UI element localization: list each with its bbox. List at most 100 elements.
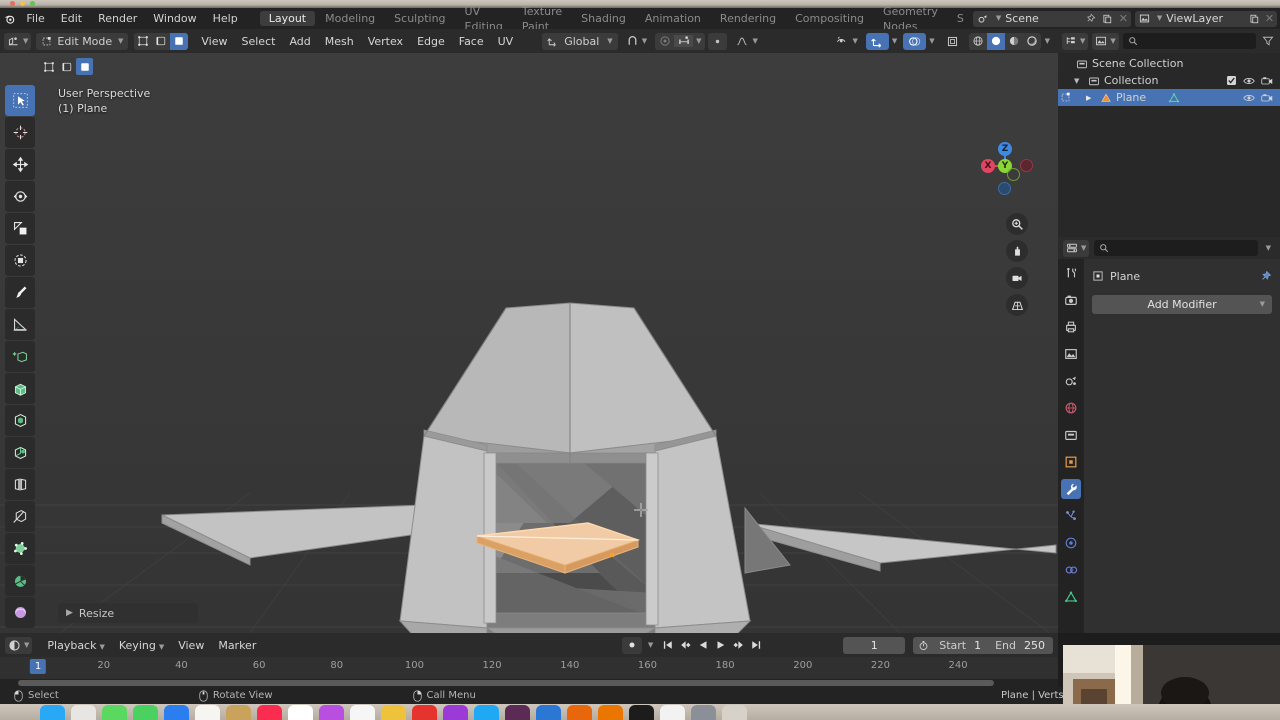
play-reverse-icon[interactable] — [697, 639, 710, 651]
hide-in-viewport-eye-icon[interactable] — [1243, 93, 1255, 103]
gizmo-axis-neg-z[interactable] — [998, 182, 1011, 195]
outliner-display-mode-icon[interactable]: ▼ — [1062, 32, 1089, 50]
gizmo-axis-neg-y[interactable] — [1007, 168, 1020, 181]
timeline-menu-keying[interactable]: Keying ▼ — [112, 637, 171, 654]
outliner-row-scene-collection[interactable]: Scene Collection — [1058, 55, 1280, 72]
remove-scene-x-icon[interactable]: ✕ — [1116, 12, 1131, 25]
viewport-menu-mesh[interactable]: Mesh — [318, 33, 361, 50]
jump-to-prev-keyframe-icon[interactable] — [679, 639, 693, 651]
timeline-scrollbar-thumb[interactable] — [18, 680, 994, 686]
viewlayer-selector[interactable]: ▼ ViewLayer ✕ — [1134, 10, 1277, 27]
transform-orientation-selector[interactable]: Global ▼ — [542, 32, 618, 50]
modifier-tab[interactable] — [1061, 479, 1081, 499]
workspace-tab-modeling[interactable]: Modeling — [316, 11, 384, 26]
dock-app-messages[interactable] — [102, 705, 127, 720]
workspace-tab-rendering[interactable]: Rendering — [711, 11, 785, 26]
edge-select-mode[interactable] — [152, 33, 170, 50]
proportional-editing-group[interactable]: ▼ — [655, 32, 706, 50]
vertex-select-mode-overlay[interactable] — [40, 58, 57, 75]
filter-id-icon[interactable]: ▼ — [1092, 32, 1119, 50]
timeline-menu-marker[interactable]: Marker — [211, 637, 263, 654]
viewport-menu-add[interactable]: Add — [282, 33, 317, 50]
loop-cut-tool[interactable] — [5, 469, 35, 500]
physics-tab[interactable] — [1061, 533, 1081, 553]
topbar-menu-edit[interactable]: Edit — [53, 8, 90, 29]
dock-app-chrome[interactable] — [660, 705, 685, 720]
topbar-menu-help[interactable]: Help — [205, 8, 246, 29]
move-tool[interactable] — [5, 149, 35, 180]
poly-build-tool[interactable] — [5, 533, 35, 564]
extrude-region-tool[interactable] — [5, 373, 35, 404]
new-viewlayer-copy-icon[interactable] — [1245, 10, 1262, 27]
data-tab[interactable] — [1061, 587, 1081, 607]
properties-editor-icon[interactable]: ▼ — [1063, 239, 1090, 257]
remove-viewlayer-x-icon[interactable]: ✕ — [1262, 12, 1277, 25]
viewport-menu-face[interactable]: Face — [452, 33, 491, 50]
workspace-tab-layout[interactable]: Layout — [259, 11, 316, 26]
hide-in-viewport-eye-icon[interactable] — [1243, 75, 1255, 86]
timeline-editor-icon[interactable]: ▼ — [5, 636, 33, 654]
3d-viewport[interactable]: User Perspective (1) Plane Z X Y ▶ Resiz… — [0, 53, 1058, 633]
gizmo-axis-x[interactable]: X — [981, 159, 995, 173]
xray-toggle-icon[interactable] — [941, 33, 964, 50]
spin-tool[interactable] — [5, 565, 35, 596]
tweak-select-tool[interactable] — [5, 85, 35, 116]
cursor-tool[interactable] — [5, 117, 35, 148]
shading-wireframe-icon[interactable] — [969, 33, 987, 50]
funnel-filter-icon[interactable] — [1260, 35, 1276, 47]
output-tab[interactable] — [1061, 317, 1081, 337]
window-maximize-button[interactable] — [30, 1, 35, 6]
pin-icon[interactable] — [1083, 13, 1099, 24]
viewport-menu-edge[interactable]: Edge — [410, 33, 452, 50]
workspace-tab-animation[interactable]: Animation — [636, 11, 710, 26]
annotate-tool[interactable] — [5, 277, 35, 308]
editor-type-icon[interactable]: ▼ — [4, 32, 32, 50]
transform-tool[interactable] — [5, 245, 35, 276]
world-tab[interactable] — [1061, 398, 1081, 418]
jump-to-next-keyframe-icon[interactable] — [731, 639, 745, 651]
dock-app-terminal[interactable] — [629, 705, 654, 720]
timeline-menu-view[interactable]: View — [171, 637, 211, 654]
topbar-menu-window[interactable]: Window — [145, 8, 204, 29]
viewport-menu-uv[interactable]: UV — [491, 33, 521, 50]
disable-in-render-camera-icon[interactable] — [1261, 75, 1273, 86]
start-frame-value[interactable]: 1 — [972, 639, 989, 652]
timeline-scrollbar[interactable] — [0, 679, 1058, 687]
bevel-tool[interactable] — [5, 437, 35, 468]
mode-selector[interactable]: Edit Mode ▼ — [36, 32, 129, 50]
dock-app-reminders[interactable] — [350, 705, 375, 720]
disable-in-render-camera-icon[interactable] — [1261, 93, 1273, 103]
dock-app-trash[interactable] — [722, 705, 747, 720]
dock-app-music[interactable] — [257, 705, 282, 720]
stopwatch-icon[interactable] — [913, 640, 933, 651]
workspace-tab-s[interactable]: S — [948, 11, 973, 26]
timeline-menu-playback[interactable]: Playback ▼ — [40, 637, 111, 654]
dock-app-slack[interactable] — [505, 705, 530, 720]
falloff-preview-icon[interactable] — [708, 32, 728, 50]
properties-search-input[interactable] — [1094, 240, 1258, 256]
tool-tab[interactable] — [1061, 263, 1081, 283]
scene-selector[interactable]: ▼ Scene ✕ — [972, 10, 1131, 27]
gizmo-axis-neg-x[interactable] — [1020, 159, 1033, 172]
collection-tab[interactable] — [1061, 425, 1081, 445]
snap-magnet-icon[interactable]: ▼ — [621, 33, 652, 50]
smooth-tool[interactable] — [5, 597, 35, 628]
scene-tab[interactable] — [1061, 371, 1081, 391]
end-frame-value[interactable]: 250 — [1022, 639, 1053, 652]
add-modifier-button[interactable]: Add Modifier ▼ — [1092, 295, 1272, 314]
dock-app-telegram[interactable] — [412, 705, 437, 720]
proportional-connected-icon[interactable] — [674, 35, 694, 47]
chevron-right-icon[interactable]: ▶ — [66, 608, 73, 618]
viewport-menu-view[interactable]: View — [194, 33, 234, 50]
toggle-perspective-icon[interactable] — [1006, 294, 1028, 316]
zoom-icon[interactable] — [1006, 213, 1028, 235]
shading-material-icon[interactable] — [1005, 33, 1023, 50]
dock-app-notes[interactable] — [226, 705, 251, 720]
mesh-data-icon[interactable] — [1168, 92, 1180, 104]
jump-to-end-icon[interactable] — [749, 639, 763, 651]
current-frame-field[interactable]: 1 — [843, 636, 906, 654]
rotate-tool[interactable] — [5, 181, 35, 212]
dock-app-blender[interactable] — [598, 705, 623, 720]
dock-app-xcode[interactable] — [536, 705, 561, 720]
dock-app-instagram[interactable] — [443, 705, 468, 720]
